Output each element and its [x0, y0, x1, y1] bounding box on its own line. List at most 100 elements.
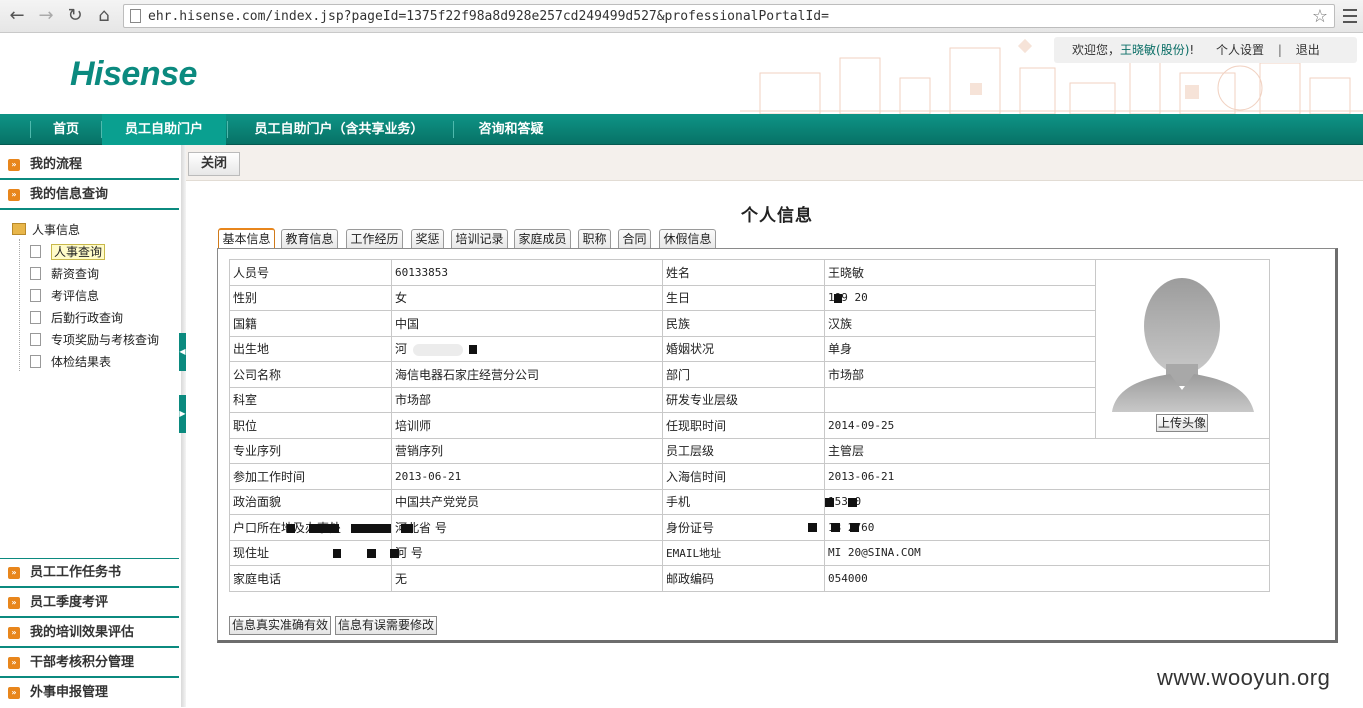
redaction-mask [469, 345, 478, 355]
nav-self-service-shared[interactable]: 员工自助门户（含共享业务） [228, 114, 450, 145]
sidebar-section-training-eval[interactable]: » 我的培训效果评估 [0, 618, 179, 648]
home-icon[interactable]: ⌂ [93, 5, 115, 27]
field-value: 主管层 [824, 437, 1270, 464]
sidebar: » 我的流程 » 我的信息查询 人事信息 人事查询 薪资查询 考评信息 后勤行政… [0, 145, 186, 708]
info-incorrect-button[interactable]: 信息有误需要修改 [335, 616, 438, 635]
photo-cell: 上传头像 [1095, 259, 1270, 439]
expand-arrow-icon: » [8, 159, 20, 171]
field-value: 60133853 [391, 259, 663, 286]
url-text[interactable]: ehr.hisense.com/index.jsp?pageId=1375f22… [148, 9, 829, 24]
field-label: 民族 [662, 310, 825, 337]
bookmark-star-icon[interactable]: ☆ [1312, 6, 1328, 27]
page-icon [130, 9, 141, 23]
email-text: MI 20@SINA.COM [828, 546, 921, 560]
document-icon [30, 355, 41, 368]
field-value-birthday: 199 20 [824, 284, 1096, 311]
close-button[interactable]: 关闭 [188, 152, 240, 176]
redaction-mask [308, 523, 339, 533]
field-value: 海信电器石家庄经营分公司 [391, 361, 663, 388]
tab-leave[interactable]: 休假信息 [659, 229, 716, 249]
tree-root-label: 人事信息 [32, 223, 81, 237]
tree-item-label: 人事查询 [51, 244, 106, 260]
expand-right-icon[interactable]: ▶ [179, 395, 186, 433]
back-icon[interactable]: ← [6, 5, 28, 27]
address-bar[interactable]: ehr.hisense.com/index.jsp?pageId=1375f22… [123, 4, 1335, 28]
tree-item-hr-query[interactable]: 人事查询 [30, 243, 106, 261]
forward-icon[interactable]: → [35, 5, 57, 27]
tab-contract[interactable]: 合同 [618, 229, 651, 249]
field-label: 姓名 [662, 259, 825, 286]
tree-item-label: 考评信息 [51, 289, 100, 303]
expand-arrow-icon: » [8, 657, 20, 669]
settings-link[interactable]: 个人设置 [1216, 43, 1264, 57]
upload-avatar-button[interactable]: 上传头像 [1156, 414, 1208, 432]
tree-node-hr-info[interactable]: 人事信息 [12, 223, 80, 237]
logout-link[interactable]: 退出 [1296, 43, 1320, 57]
field-label: 部门 [662, 361, 825, 388]
tree-item-label: 专项奖励与考核查询 [51, 333, 160, 347]
sidebar-section-my-process[interactable]: » 我的流程 [0, 150, 179, 180]
nav-self-service[interactable]: 员工自助门户 [102, 114, 226, 145]
browser-menu-icon[interactable] [1341, 5, 1359, 27]
collapse-left-icon[interactable]: ◀ [179, 333, 186, 371]
field-value: 王晓敏 [824, 259, 1096, 286]
info-accurate-button[interactable]: 信息真实准确有效 [229, 616, 332, 635]
table-row: 政治面貌 中国共产党党员 手机 153 0 [229, 488, 1270, 515]
redaction-mask [825, 497, 835, 507]
tab-titles[interactable]: 职称 [578, 229, 611, 249]
welcome-text: 欢迎您， [1072, 43, 1121, 57]
sidebar-section-my-info[interactable]: » 我的信息查询 [0, 180, 179, 210]
nav-consulting[interactable]: 咨询和答疑 [456, 114, 566, 145]
field-value: 2014-09-25 [824, 412, 1096, 439]
tree-item-salary-query[interactable]: 薪资查询 [30, 265, 99, 283]
sidebar-section-foreign-affairs[interactable]: » 外事申报管理 [0, 678, 179, 708]
tab-family[interactable]: 家庭成员 [514, 229, 571, 249]
field-label: 生日 [662, 284, 825, 311]
tab-rewards[interactable]: 奖惩 [411, 229, 444, 249]
nav-home[interactable]: 首页 [31, 114, 101, 145]
field-value [824, 386, 1096, 413]
redaction-mask [286, 523, 295, 533]
tree-item-medical-results[interactable]: 体检结果表 [30, 353, 111, 371]
field-value: 无 [391, 565, 663, 592]
table-row: 人员号 60133853 姓名 王晓敏 上传头像 [229, 259, 1270, 439]
avatar-silhouette-icon [1112, 266, 1254, 412]
tree-item-evaluation-info[interactable]: 考评信息 [30, 287, 99, 305]
folder-icon [12, 223, 26, 235]
reload-icon[interactable]: ↻ [64, 5, 86, 27]
field-label: EMAIL地址 [662, 539, 825, 566]
tree-item-label: 薪资查询 [51, 267, 100, 281]
table-row: 户口所在地及办事处 河北省 号 身份证号 13 2760 [229, 514, 1270, 541]
field-label: 入海信时间 [662, 463, 825, 490]
section-label: 我的培训效果评估 [30, 625, 135, 640]
tab-education[interactable]: 教育信息 [281, 229, 338, 249]
sidebar-section-cadre-points[interactable]: » 干部考核积分管理 [0, 648, 179, 678]
field-value: 2013-06-21 [824, 463, 1270, 490]
redaction-mask [850, 523, 860, 533]
section-label: 干部考核积分管理 [30, 655, 135, 670]
tab-training[interactable]: 培训记录 [451, 229, 508, 249]
tab-work-history[interactable]: 工作经历 [346, 229, 403, 249]
tree-item-logistics-query[interactable]: 后勤行政查询 [30, 309, 123, 327]
expand-arrow-icon: » [8, 189, 20, 201]
table-row: 参加工作时间 2013-06-21 入海信时间 2013-06-21 [229, 463, 1270, 490]
sidebar-section-quarterly-review[interactable]: » 员工季度考评 [0, 588, 179, 618]
avatar: 上传头像 [1096, 260, 1269, 432]
field-value: 054000 [824, 565, 1270, 592]
field-value-address: 河 号 [332, 539, 663, 566]
main-nav: 首页 员工自助门户 员工自助门户（含共享业务） 咨询和答疑 [0, 114, 1363, 145]
field-value-mobile: 153 0 [824, 488, 1270, 515]
document-icon [30, 245, 41, 258]
document-icon [30, 311, 41, 324]
tree-item-label: 体检结果表 [51, 355, 112, 369]
table-row: 现住址 河 号 EMAIL地址 MI 20@SINA.COM [229, 539, 1270, 566]
field-value-birthplace: 河 [391, 335, 663, 362]
sidebar-section-work-tasks[interactable]: » 员工工作任务书 [0, 558, 179, 588]
birthplace-text: 河 [395, 342, 408, 357]
tree-item-label: 后勤行政查询 [51, 311, 124, 325]
redaction-mask [350, 523, 391, 533]
tab-basic-info[interactable]: 基本信息 [218, 228, 275, 250]
section-label: 员工工作任务书 [30, 565, 122, 580]
tree-item-awards-query[interactable]: 专项奖励与考核查询 [30, 331, 159, 349]
user-name[interactable]: 王晓敏(股份) [1120, 43, 1189, 57]
